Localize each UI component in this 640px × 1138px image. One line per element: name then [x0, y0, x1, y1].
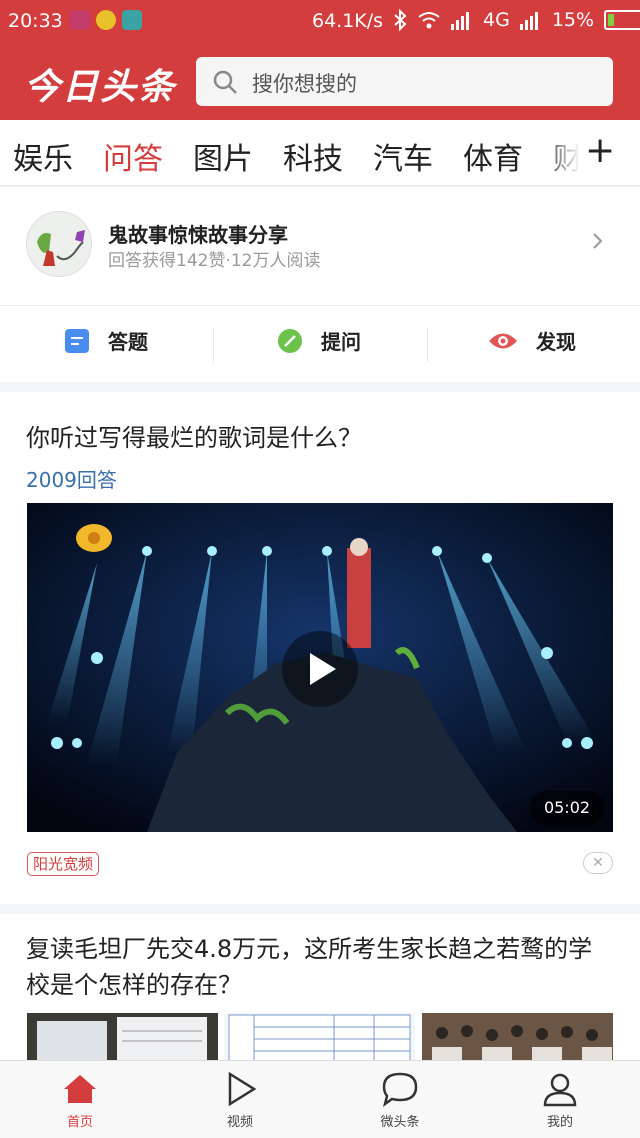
answer-icon — [65, 328, 89, 353]
avatar-image — [27, 212, 91, 276]
qa-actions: 答题 提问 发现 — [0, 305, 640, 382]
nav-weitoutiao[interactable]: 微头条 — [350, 1071, 450, 1130]
home-icon — [64, 1075, 96, 1103]
ask-label: 提问 — [321, 330, 361, 354]
battery-icon — [604, 10, 640, 30]
question-title[interactable]: 你听过写得最烂的歌词是什么？ — [26, 418, 362, 453]
divider — [427, 328, 428, 362]
nav-profile-label: 我的 — [546, 1115, 573, 1130]
status-time: 20:33 — [8, 10, 63, 32]
notification-coin-icon — [96, 10, 116, 30]
tab-sports[interactable]: 体育 — [463, 134, 523, 178]
app-logo[interactable]: 今日头条 — [24, 58, 176, 110]
bluetooth-icon — [394, 9, 407, 31]
tab-tech[interactable]: 科技 — [283, 134, 343, 178]
tab-pictures[interactable]: 图片 — [193, 134, 253, 178]
avatar[interactable] — [26, 211, 92, 277]
usb-icon — [122, 10, 142, 30]
wifi-icon — [418, 12, 440, 29]
profile-stats: 回答获得142赞·12万人阅读 — [108, 251, 321, 271]
play-button[interactable] — [282, 631, 358, 707]
nav-home-label: 首页 — [66, 1115, 93, 1130]
thumbnail-table[interactable] — [224, 1013, 415, 1064]
thumbnail-image — [422, 1013, 613, 1064]
ask-button[interactable]: 提问 — [277, 326, 361, 355]
profile-icon — [543, 1073, 577, 1107]
chevron-right-icon[interactable] — [591, 231, 605, 251]
status-bar: 20:33 64.1K/s 4G 15% — [0, 0, 640, 44]
video-player[interactable]: 05:02 — [27, 503, 613, 832]
discover-eye-icon — [489, 333, 517, 348]
thumbnail-image — [37, 1017, 207, 1064]
nav-video[interactable]: 视频 — [190, 1071, 290, 1130]
search-box[interactable]: 搜你想搜的 — [196, 57, 613, 106]
discover-label: 发现 — [536, 330, 576, 354]
close-icon[interactable]: ✕ — [583, 852, 613, 874]
notification-app-icon — [70, 10, 90, 30]
video-duration: 05:02 — [529, 791, 605, 825]
ask-pencil-icon — [278, 328, 302, 353]
network-type: 4G — [483, 9, 510, 31]
toutiao-screen: 20:33 64.1K/s 4G 15% 今日头条 搜你想搜的 娱乐 问答 图片… — [0, 0, 640, 1138]
tab-cars[interactable]: 汽车 — [373, 134, 433, 178]
thumbnail-books[interactable] — [27, 1013, 218, 1064]
signal-icon-2 — [519, 12, 538, 30]
answer-button[interactable]: 答题 — [64, 326, 148, 355]
notification-icons — [70, 10, 142, 30]
thumbnail-classroom[interactable] — [422, 1013, 613, 1064]
feed-item-video[interactable]: 你听过写得最烂的歌词是什么？ 2009回答 05:02 阳光宽频 ✕ — [0, 392, 640, 904]
discover-button[interactable]: 发现 — [488, 326, 576, 355]
answer-label: 答题 — [108, 330, 148, 354]
nav-profile[interactable]: 我的 — [510, 1071, 610, 1130]
battery-percent: 15% — [551, 9, 595, 31]
nav-home[interactable]: 首页 — [30, 1071, 130, 1130]
nav-video-label: 视频 — [226, 1115, 253, 1130]
play-icon — [310, 653, 336, 685]
qa-profile-card: 鬼故事惊悚故事分享 回答获得142赞·12万人阅读 答题 提问 发现 — [0, 187, 640, 382]
answer-count[interactable]: 2009回答 — [26, 464, 117, 493]
network-speed: 64.1K/s — [312, 10, 384, 32]
add-channel-icon[interactable]: + — [585, 130, 615, 171]
tab-qa[interactable]: 问答 — [103, 134, 163, 178]
thumbnail-image — [228, 1014, 411, 1064]
signal-icon — [451, 12, 469, 30]
nav-weitoutiao-label: 微头条 — [380, 1115, 420, 1130]
search-placeholder: 搜你想搜的 — [252, 72, 357, 96]
bottom-nav: 首页 视频 微头条 我的 — [0, 1060, 640, 1138]
channel-tabs: 娱乐 问答 图片 科技 汽车 体育 财 + — [0, 120, 640, 186]
source-tag[interactable]: 阳光宽频 — [27, 852, 100, 876]
status-right: 4G 15% — [393, 9, 640, 31]
question-title[interactable]: 复读毛坦厂先交4.8万元，这所考生家长趋之若鹜的学校是个怎样的存在？ — [26, 931, 616, 1003]
video-icon — [228, 1071, 257, 1107]
tab-entertainment[interactable]: 娱乐 — [13, 134, 73, 178]
app-header: 20:33 64.1K/s 4G 15% 今日头条 搜你想搜的 — [0, 0, 640, 120]
battery-fill — [608, 14, 615, 26]
weitoutiao-icon — [382, 1072, 418, 1107]
profile-name[interactable]: 鬼故事惊悚故事分享 — [108, 219, 288, 248]
feed-item-article[interactable]: 复读毛坦厂先交4.8万元，这所考生家长趋之若鹜的学校是个怎样的存在？ — [0, 914, 640, 1064]
divider — [213, 328, 214, 362]
search-icon — [213, 70, 237, 94]
